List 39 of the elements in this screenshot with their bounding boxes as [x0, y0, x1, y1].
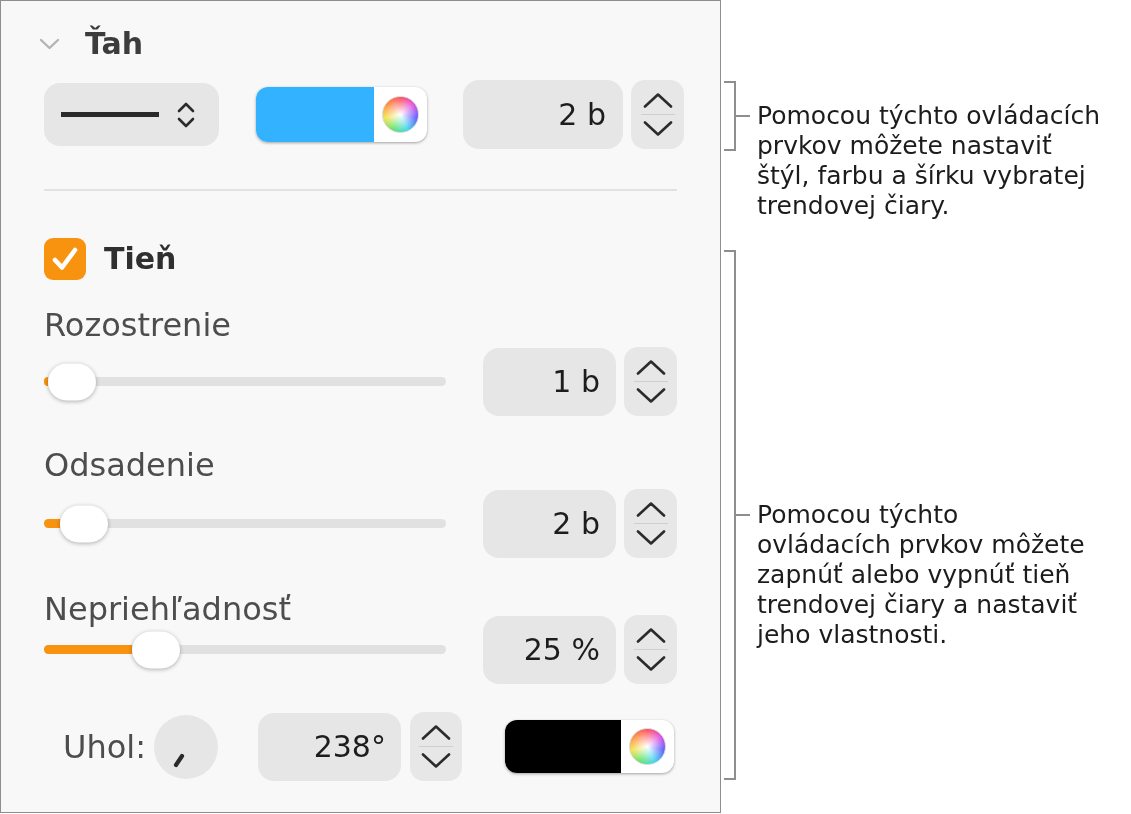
stepper[interactable] — [631, 80, 684, 149]
color-wheel-icon[interactable] — [382, 96, 419, 133]
callout-text: Pomocou týchto ovládacích prvkov môžete zapnúť alebo vypnúť tieň trendovej čiary a nastaviť jeho vlastnosti. — [757, 500, 1086, 650]
number-field[interactable]: 2 b — [463, 80, 623, 149]
callout-bracket — [724, 81, 750, 151]
number-field[interactable]: 2 b — [483, 489, 616, 558]
chevron-up-icon[interactable] — [642, 93, 673, 108]
color-well[interactable] — [504, 720, 674, 773]
slider-thumb[interactable] — [48, 363, 96, 400]
color-well[interactable] — [256, 87, 427, 142]
angle-label: Uhol: — [63, 727, 146, 766]
section-title: Ťah — [85, 26, 144, 62]
chevron-down-icon[interactable] — [635, 388, 666, 403]
chevron-down-icon[interactable] — [635, 656, 666, 671]
chevron-up-icon[interactable] — [635, 628, 666, 643]
checkbox-label: Tieň — [104, 241, 177, 277]
slider-label: Odsadenie — [44, 446, 215, 484]
line-style-popup[interactable] — [44, 83, 219, 146]
chevron-up-icon[interactable] — [635, 502, 666, 517]
stepper[interactable] — [624, 489, 677, 558]
color-wheel-icon[interactable] — [628, 728, 666, 765]
up-down-chevron-icon — [176, 100, 196, 129]
callout-text: Pomocou týchto ovládacích prvkov môžete nastaviť štýl, farbu a šírku vybratej trendovej čiary. — [757, 101, 1102, 221]
slider-label: Nepriehľadnosť — [44, 590, 291, 628]
chevron-up-icon[interactable] — [420, 725, 451, 740]
number-field[interactable]: 1 b — [483, 347, 616, 416]
slider-label: Rozostrenie — [44, 306, 231, 344]
stepper[interactable] — [624, 615, 677, 684]
slider-thumb[interactable] — [132, 631, 181, 668]
chevron-down-icon[interactable] — [642, 121, 673, 136]
stepper[interactable] — [624, 347, 677, 416]
slider-thumb[interactable] — [60, 505, 109, 542]
chevron-down-icon[interactable] — [420, 753, 451, 768]
number-field[interactable]: 238° — [257, 712, 401, 781]
chevron-down-icon[interactable] — [635, 530, 666, 545]
number-field[interactable]: 25 % — [483, 615, 616, 684]
stepper[interactable] — [409, 712, 462, 781]
chevron-up-icon[interactable] — [635, 360, 666, 375]
checkbox[interactable] — [44, 238, 86, 280]
